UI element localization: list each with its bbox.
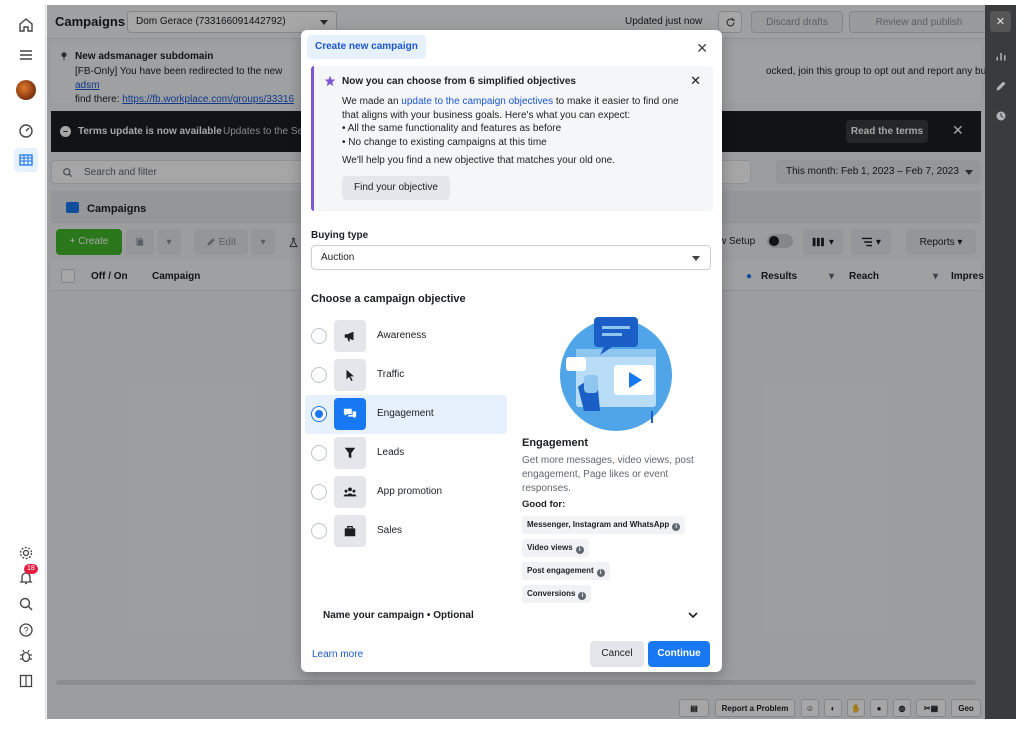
close-panel-icon[interactable]: ✕ — [990, 11, 1011, 32]
people-group-icon — [334, 476, 366, 508]
info-icon[interactable]: i — [578, 592, 587, 600]
continue-button[interactable]: Continue — [648, 641, 710, 667]
objective-radio[interactable] — [311, 523, 327, 539]
objective-section-title: Choose a campaign objective — [311, 293, 466, 305]
create-campaign-modal: Create new campaign ✕ Now you can choose… — [301, 30, 722, 672]
info-text-pre: We made an — [342, 96, 402, 107]
shopping-bag-icon — [334, 515, 366, 547]
objective-leads[interactable]: Leads — [305, 434, 507, 473]
objective-detail-title: Engagement — [522, 437, 589, 449]
objective-engagement[interactable]: Engagement — [305, 395, 507, 434]
close-icon[interactable]: ✕ — [696, 40, 708, 57]
buying-type-label: Buying type — [311, 230, 369, 241]
info-icon[interactable]: i — [672, 523, 681, 531]
objective-radio[interactable] — [311, 445, 327, 461]
info-body: We made an update to the campaign object… — [342, 95, 697, 168]
info-bullets: All the same functionality and features … — [342, 122, 697, 149]
funnel-icon — [334, 437, 366, 469]
info-title: Now you can choose from 6 simplified obj… — [342, 76, 576, 87]
good-for-tag: Messenger, Instagram and WhatsApp i — [522, 516, 686, 534]
menu-icon[interactable] — [14, 43, 38, 67]
cancel-button[interactable]: Cancel — [590, 641, 644, 667]
objective-detail-description: Get more messages, video views, post eng… — [522, 455, 694, 494]
objectives-info-box: Now you can choose from 6 simplified obj… — [311, 66, 713, 211]
clock-icon[interactable] — [990, 105, 1011, 126]
info-icon[interactable]: i — [596, 569, 605, 577]
dashboard-icon[interactable] — [14, 119, 38, 143]
objective-label: Engagement — [377, 408, 434, 419]
bar-chart-icon[interactable] — [990, 45, 1011, 66]
learn-more-link[interactable]: Learn more — [312, 649, 363, 660]
left-nav: 18 ? — [6, 5, 46, 719]
good-for-tags: Messenger, Instagram and WhatsApp i Video… — [522, 516, 712, 608]
objective-app-promotion[interactable]: App promotion — [305, 473, 507, 512]
chevron-down-icon[interactable] — [688, 610, 698, 620]
good-for-tag: Post engagement i — [522, 562, 610, 580]
settings-gear-icon[interactable] — [14, 541, 38, 565]
right-side-panel: ✕ — [985, 5, 1016, 719]
tag-label: Post engagement — [527, 566, 594, 575]
engagement-illustration — [560, 317, 672, 431]
help-icon[interactable]: ? — [14, 618, 38, 642]
objective-awareness[interactable]: Awareness — [305, 317, 507, 356]
notifications-badge: 18 — [24, 564, 38, 574]
star-icon — [324, 75, 336, 87]
tag-label: Video views — [527, 543, 573, 552]
objective-radio[interactable] — [311, 328, 327, 344]
objective-radio[interactable] — [311, 406, 327, 422]
objective-label: Traffic — [377, 369, 405, 380]
pencil-icon[interactable] — [990, 75, 1011, 96]
close-icon[interactable]: ✕ — [690, 73, 701, 89]
tag-label: Messenger, Instagram and WhatsApp — [527, 520, 670, 529]
objective-sales[interactable]: Sales — [305, 512, 507, 551]
buying-type-select[interactable]: Auction — [311, 245, 711, 270]
objective-label: Leads — [377, 447, 405, 458]
home-icon[interactable] — [14, 13, 38, 37]
avatar[interactable] — [16, 80, 36, 100]
find-objective-button[interactable]: Find your objective — [342, 176, 450, 200]
objective-list: Awareness Traffic Engagement Leads App p… — [305, 317, 507, 551]
info-icon[interactable]: i — [575, 546, 584, 554]
bug-icon[interactable] — [14, 644, 38, 668]
good-for-tag: Conversions i — [522, 585, 592, 603]
chevron-down-icon — [692, 256, 700, 261]
objective-radio[interactable] — [311, 367, 327, 383]
info-bullet: No change to existing campaigns at this … — [342, 136, 697, 150]
objective-label: App promotion — [377, 486, 443, 497]
objective-label: Sales — [377, 525, 403, 536]
good-for-label: Good for: — [522, 499, 566, 510]
modal-tab-create-campaign[interactable]: Create new campaign — [307, 35, 426, 59]
objective-label: Awareness — [377, 330, 427, 341]
search-icon[interactable] — [14, 592, 38, 616]
info-bullet: All the same functionality and features … — [342, 122, 697, 136]
cursor-icon — [334, 359, 366, 391]
buying-type-value: Auction — [321, 252, 355, 263]
campaigns-table-icon[interactable] — [14, 148, 38, 172]
panel-toggle-icon[interactable] — [14, 669, 38, 693]
info-footer: We'll help you find a new objective that… — [342, 155, 615, 166]
svg-text:?: ? — [23, 626, 28, 636]
good-for-tag: Video views i — [522, 539, 589, 557]
objective-traffic[interactable]: Traffic — [305, 356, 507, 395]
tag-label: Conversions — [527, 589, 576, 598]
chat-bubbles-icon — [334, 398, 366, 430]
objectives-update-link[interactable]: update to the campaign objectives — [401, 96, 553, 107]
name-campaign-toggle[interactable]: Name your campaign • Optional — [323, 610, 474, 621]
objective-radio[interactable] — [311, 484, 327, 500]
megaphone-icon — [334, 320, 366, 352]
